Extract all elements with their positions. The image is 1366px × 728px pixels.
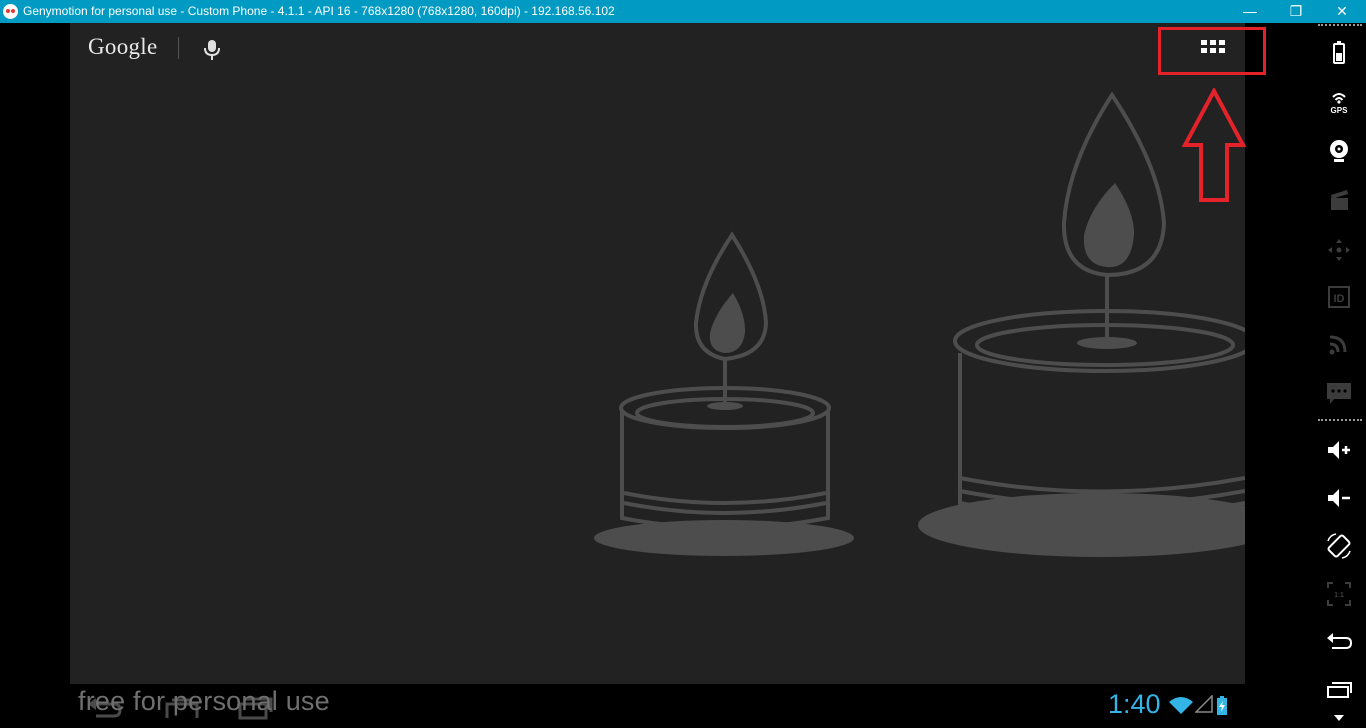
volume-down-icon[interactable] <box>1324 483 1354 513</box>
wifi-icon <box>1169 697 1193 714</box>
toolbar-separator <box>1318 24 1362 26</box>
window-title: Genymotion for personal use - Custom Pho… <box>23 4 615 18</box>
annotation-up-arrow-icon <box>1182 88 1246 202</box>
genymotion-toolbar: GPS ID 1:1 <box>1310 23 1366 728</box>
id-label: ID <box>1334 293 1345 305</box>
battery-icon[interactable] <box>1324 38 1354 68</box>
status-clock: 1:40 <box>1108 689 1161 719</box>
window-titlebar[interactable]: Genymotion for personal use - Custom Pho… <box>0 0 1366 23</box>
minimize-button[interactable]: — <box>1227 0 1273 23</box>
webcam-icon[interactable] <box>1324 136 1354 166</box>
back-icon[interactable] <box>1324 627 1354 657</box>
microphone-icon[interactable] <box>200 36 224 62</box>
signal-icon <box>1195 695 1213 713</box>
google-search-logo[interactable]: Google <box>88 34 158 60</box>
android-navigation-bar: free for personal use 1:40 <box>70 684 1245 728</box>
rss-icon[interactable] <box>1324 330 1354 360</box>
close-button[interactable]: ✕ <box>1319 0 1365 23</box>
scale-label: 1:1 <box>1334 592 1344 599</box>
gps-icon[interactable]: GPS <box>1324 88 1354 118</box>
genymotion-logo-icon <box>3 4 18 19</box>
gps-label: GPS <box>1331 106 1349 115</box>
more-down-icon[interactable] <box>1324 711 1354 725</box>
dpad-icon[interactable] <box>1324 235 1354 265</box>
candles-wallpaper <box>594 91 1245 557</box>
scale-1-1-icon[interactable]: 1:1 <box>1324 579 1354 609</box>
toolbar-separator <box>1318 419 1362 421</box>
android-screen[interactable]: Google <box>70 23 1245 684</box>
volume-up-icon[interactable] <box>1324 435 1354 465</box>
id-icon[interactable]: ID <box>1324 282 1354 312</box>
message-icon[interactable] <box>1324 378 1354 408</box>
personal-use-watermark: free for personal use <box>78 686 330 716</box>
rotate-icon[interactable] <box>1324 531 1354 561</box>
clapperboard-icon[interactable] <box>1324 185 1354 215</box>
annotation-highlight-box <box>1158 27 1266 75</box>
maximize-button[interactable]: ❐ <box>1273 0 1319 23</box>
battery-charging-icon <box>1217 696 1227 715</box>
recent-apps-icon[interactable] <box>1324 675 1354 705</box>
search-bar-divider <box>178 37 179 59</box>
